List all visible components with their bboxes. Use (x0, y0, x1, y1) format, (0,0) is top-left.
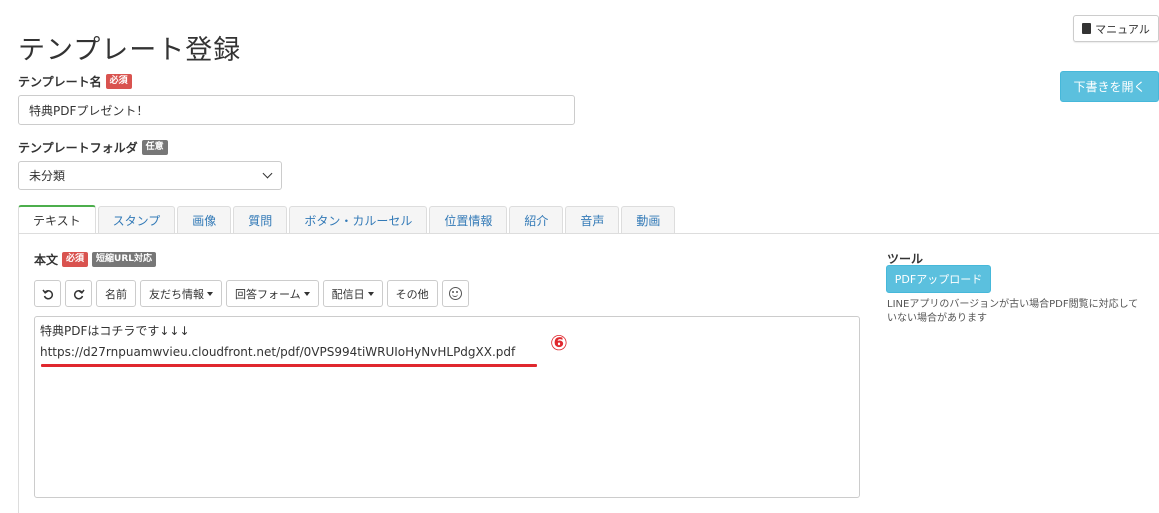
chevron-down-icon (262, 168, 273, 179)
tab-video[interactable]: 動画 (621, 206, 676, 234)
smile-icon (448, 287, 462, 300)
pdf-upload-button[interactable]: PDFアップロード (886, 265, 991, 293)
tab-panel-text: 本文 必須 短縮URL対応 名前 友だち情報 回答フォーム 配信日 その他 特典… (18, 233, 1159, 513)
template-name-label-text: テンプレート名 (18, 75, 102, 89)
tab-text[interactable]: テキスト (18, 205, 96, 234)
caret-down-icon (303, 291, 310, 296)
undo-icon (41, 289, 53, 299)
tab-button-carousel[interactable]: ボタン・カルーセル (289, 206, 428, 234)
pdf-compat-note: LINEアプリのバージョンが古い場合PDF閲覧に対応していない場合があります (887, 299, 1139, 324)
short-url-badge: 短縮URL対応 (92, 252, 157, 267)
required-badge: 必須 (62, 252, 89, 267)
redo-button[interactable] (65, 280, 92, 307)
delivery-date-dropdown[interactable]: 配信日 (322, 280, 383, 307)
redo-icon (73, 289, 85, 299)
template-folder-label-text: テンプレートフォルダ (18, 141, 138, 155)
caret-down-icon (207, 291, 213, 296)
required-badge: 必須 (105, 74, 132, 89)
tab-image[interactable]: 画像 (177, 206, 232, 234)
open-draft-button[interactable]: 下書きを開く (1060, 71, 1159, 102)
template-name-label: テンプレート名 必須 (18, 73, 132, 90)
page-title: テンプレート登録 (18, 35, 242, 67)
tab-audio[interactable]: 音声 (565, 206, 620, 234)
book-icon (1082, 23, 1092, 34)
template-folder-label: テンプレートフォルダ 任意 (18, 139, 168, 156)
answer-form-dropdown[interactable]: 回答フォーム (226, 280, 319, 307)
template-name-input[interactable] (18, 95, 575, 125)
annotation-number: ⑥ (550, 331, 568, 355)
body-label: 本文 必須 短縮URL対応 (34, 251, 157, 268)
optional-badge: 任意 (141, 140, 168, 155)
caret-down-icon (367, 291, 374, 296)
other-button[interactable]: その他 (386, 280, 438, 307)
tab-introduction[interactable]: 紹介 (509, 206, 564, 234)
template-folder-value: 未分類 (29, 169, 66, 183)
tab-location[interactable]: 位置情報 (429, 206, 508, 234)
undo-button[interactable] (34, 280, 61, 307)
message-url: https://d27rnpuamwvieu.cloudfront.net/pd… (40, 345, 516, 359)
friend-info-dropdown[interactable]: 友だち情報 (140, 280, 222, 307)
annotation-underline (41, 364, 537, 367)
manual-button-label: マニュアル (1095, 22, 1150, 36)
editor-toolbar: 名前 友だち情報 回答フォーム 配信日 その他 (34, 280, 469, 307)
manual-button[interactable]: マニュアル (1073, 15, 1159, 42)
insert-name-button[interactable]: 名前 (96, 280, 136, 307)
emoji-button[interactable] (441, 280, 469, 307)
answer-form-label: 回答フォーム (235, 287, 301, 301)
template-folder-select[interactable]: 未分類 (18, 161, 282, 190)
message-body-textarea[interactable]: 特典PDFはコチラです↓↓↓ https://d27rnpuamwvieu.cl… (34, 316, 860, 498)
delivery-date-label: 配信日 (331, 287, 365, 301)
message-line: 特典PDFはコチラです↓↓↓ (40, 324, 190, 338)
tab-stamp[interactable]: スタンプ (97, 206, 176, 234)
friend-info-label: 友だち情報 (149, 287, 204, 301)
tab-question[interactable]: 質問 (233, 206, 288, 234)
message-type-tabs: テキスト スタンプ 画像 質問 ボタン・カルーセル 位置情報 紹介 音声 動画 (18, 205, 677, 234)
body-label-text: 本文 (34, 253, 59, 267)
